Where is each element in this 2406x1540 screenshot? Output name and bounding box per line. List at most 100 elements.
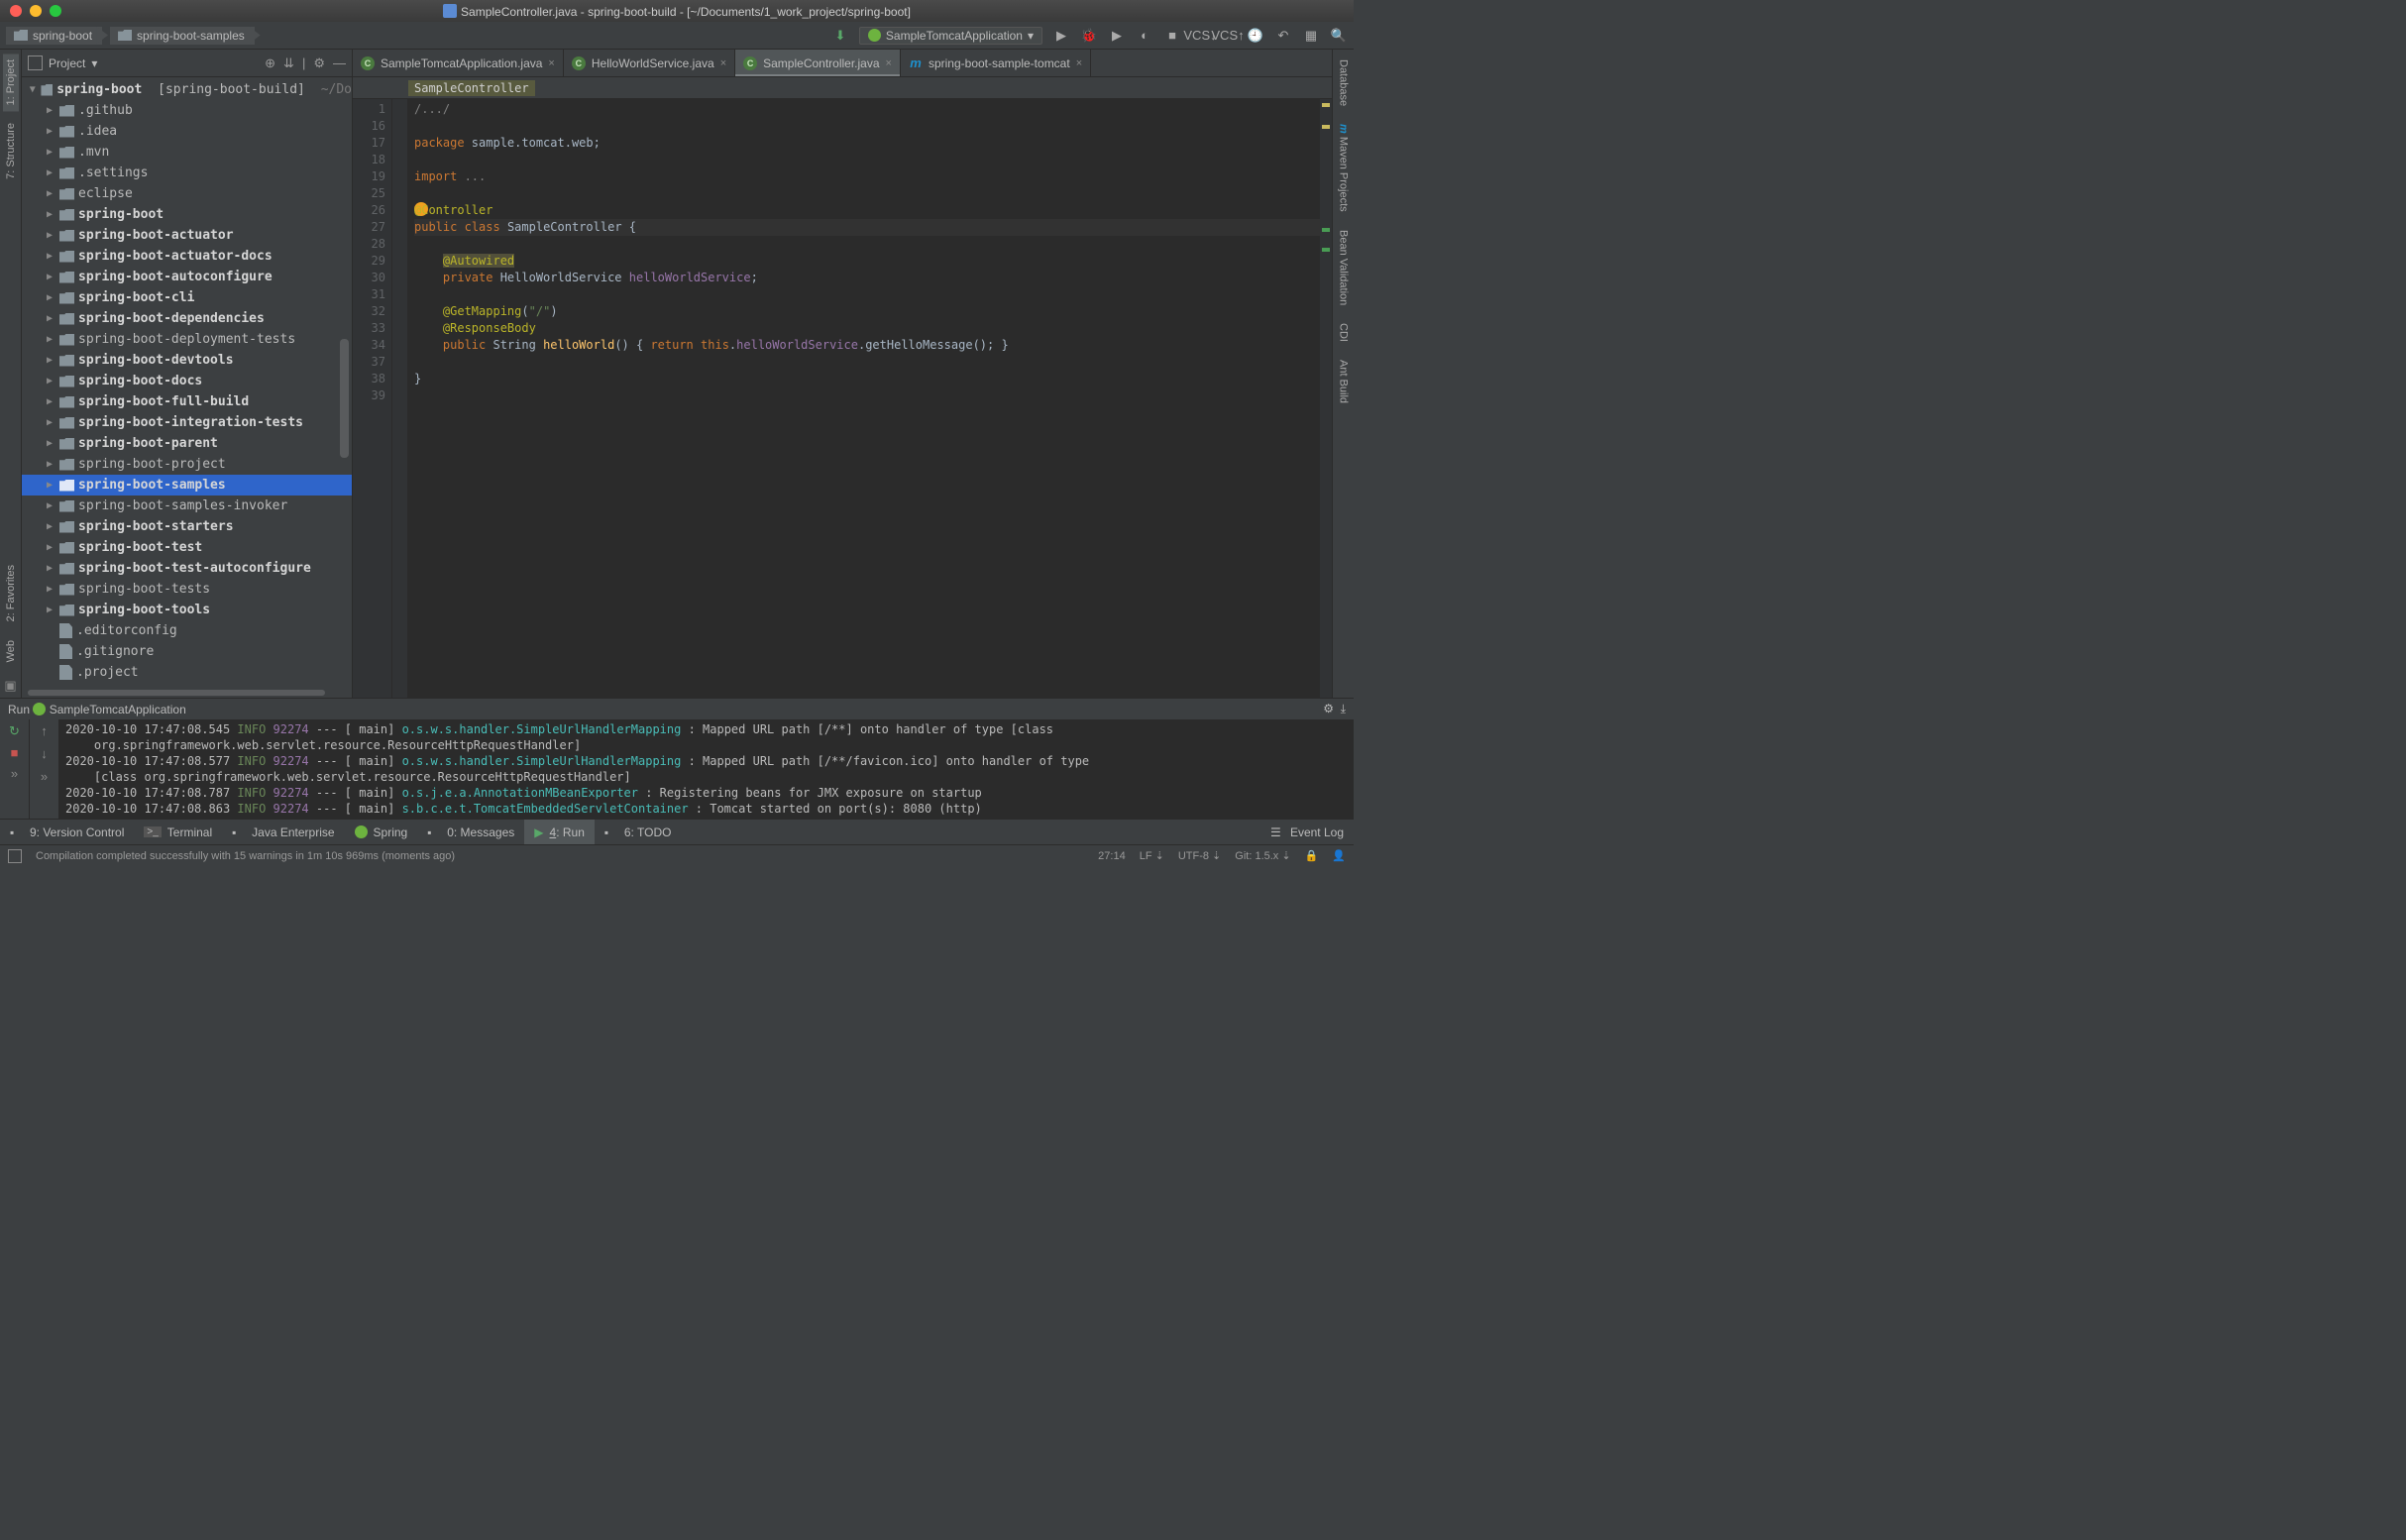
- line-separator[interactable]: LF ⇣: [1140, 849, 1164, 862]
- tree-folder[interactable]: spring-boot: [22, 204, 352, 225]
- scroll-from-source-icon[interactable]: ⊕: [265, 55, 275, 71]
- tree-folder[interactable]: spring-boot-starters: [22, 516, 352, 537]
- tree-folder[interactable]: spring-boot-actuator-docs: [22, 246, 352, 267]
- bottom-bar-button[interactable]: >_Terminal: [134, 820, 222, 844]
- tree-file[interactable]: .editorconfig: [22, 620, 352, 641]
- expand-icon[interactable]: [44, 334, 55, 345]
- expand-icon[interactable]: [44, 272, 55, 282]
- code-editor[interactable]: /.../ package sample.tomcat.web; import …: [408, 99, 1320, 698]
- ok-marker[interactable]: [1322, 228, 1330, 232]
- editor-tab[interactable]: CSampleController.java×: [735, 50, 901, 76]
- project-structure-button[interactable]: ▦: [1302, 27, 1320, 45]
- hide-panel-icon[interactable]: —: [333, 55, 346, 70]
- expand-icon[interactable]: [44, 251, 55, 262]
- tool-window-quick-access[interactable]: ▣: [0, 674, 20, 698]
- ok-marker[interactable]: [1322, 248, 1330, 252]
- tool-window-button-maven[interactable]: m Maven Projects: [1336, 118, 1352, 218]
- warning-marker[interactable]: [1322, 125, 1330, 129]
- project-tree[interactable]: spring-boot [spring-boot-build] ~/Do .gi…: [22, 77, 352, 688]
- fold-gutter[interactable]: [392, 99, 408, 698]
- breadcrumb[interactable]: spring-boot spring-boot-samples: [6, 27, 255, 45]
- tree-folder[interactable]: spring-boot-parent: [22, 433, 352, 454]
- editor-breadcrumb[interactable]: SampleController: [353, 77, 1332, 99]
- editor-tab[interactable]: CSampleTomcatApplication.java×: [353, 50, 564, 76]
- file-encoding[interactable]: UTF-8 ⇣: [1178, 849, 1221, 862]
- editor-tab[interactable]: CHelloWorldService.java×: [564, 50, 735, 76]
- tree-folder[interactable]: spring-boot-autoconfigure: [22, 267, 352, 287]
- bottom-bar-button[interactable]: ▪6: TODO: [595, 820, 682, 844]
- vcs-update-button[interactable]: VCS↓: [1191, 27, 1209, 45]
- expand-icon[interactable]: [44, 209, 55, 220]
- expand-icon[interactable]: [44, 521, 55, 532]
- tree-folder[interactable]: spring-boot-integration-tests: [22, 412, 352, 433]
- expand-icon[interactable]: [44, 355, 55, 366]
- bottom-bar-button[interactable]: ▪9: Version Control: [0, 820, 134, 844]
- horizontal-scrollbar[interactable]: [22, 688, 352, 698]
- tool-window-button-project[interactable]: 1: Project: [3, 54, 19, 111]
- expand-icon[interactable]: [44, 605, 55, 615]
- more-button[interactable]: »: [11, 766, 18, 781]
- tree-folder[interactable]: .github: [22, 100, 352, 121]
- bottom-bar-button[interactable]: ▶4: Run: [524, 820, 595, 844]
- rerun-button[interactable]: ↻: [9, 723, 20, 739]
- tool-window-button-cdi[interactable]: CDI: [1336, 317, 1352, 348]
- debug-button[interactable]: 🐞: [1080, 27, 1098, 45]
- tree-folder[interactable]: spring-boot-devtools: [22, 350, 352, 371]
- tree-folder[interactable]: spring-boot-docs: [22, 371, 352, 391]
- scrollbar-thumb[interactable]: [28, 690, 325, 696]
- tool-window-button-favorites[interactable]: 2: Favorites: [3, 559, 19, 627]
- tree-folder[interactable]: .settings: [22, 163, 352, 183]
- gear-icon[interactable]: ⚙: [1323, 702, 1334, 715]
- tree-folder[interactable]: spring-boot-full-build: [22, 391, 352, 412]
- expand-icon[interactable]: [44, 396, 55, 407]
- breadcrumb-item[interactable]: spring-boot-samples: [110, 27, 255, 45]
- expand-icon[interactable]: [44, 167, 55, 178]
- expand-icon[interactable]: [44, 105, 55, 116]
- close-tab-icon[interactable]: ×: [548, 57, 554, 69]
- warning-marker[interactable]: [1322, 103, 1330, 107]
- expand-icon[interactable]: [44, 417, 55, 428]
- expand-icon[interactable]: [44, 563, 55, 574]
- more-button[interactable]: »: [41, 769, 48, 784]
- stop-button[interactable]: ■: [11, 745, 19, 760]
- expand-icon[interactable]: [44, 230, 55, 241]
- tree-file[interactable]: .project: [22, 662, 352, 683]
- close-tab-icon[interactable]: ×: [1076, 57, 1082, 69]
- expand-icon[interactable]: [44, 292, 55, 303]
- tree-folder[interactable]: spring-boot-dependencies: [22, 308, 352, 329]
- tool-window-button-bean-validation[interactable]: Bean Validation: [1336, 224, 1352, 311]
- bottom-bar-button[interactable]: Spring: [345, 820, 418, 844]
- editor-tab[interactable]: mspring-boot-sample-tomcat×: [901, 50, 1091, 76]
- line-number-gutter[interactable]: 11617181925262728293031323334373839: [353, 99, 392, 698]
- chevron-down-icon[interactable]: ▾: [91, 56, 97, 70]
- close-tab-icon[interactable]: ×: [720, 57, 726, 69]
- tree-folder[interactable]: .idea: [22, 121, 352, 142]
- expand-icon[interactable]: [44, 438, 55, 449]
- up-icon[interactable]: ↑: [41, 723, 48, 738]
- git-branch[interactable]: Git: 1.5.x ⇣: [1235, 849, 1290, 862]
- tool-window-button-ant[interactable]: Ant Build: [1336, 354, 1352, 409]
- run-button[interactable]: ▶: [1052, 27, 1070, 45]
- tree-folder[interactable]: spring-boot-samples-invoker: [22, 495, 352, 516]
- tool-windows-toggle[interactable]: [8, 849, 22, 863]
- expand-icon[interactable]: [44, 500, 55, 511]
- expand-icon[interactable]: [44, 584, 55, 595]
- tree-folder[interactable]: eclipse: [22, 183, 352, 204]
- inspection-icon[interactable]: 👤: [1332, 849, 1346, 862]
- tree-root[interactable]: spring-boot [spring-boot-build] ~/Do: [22, 79, 352, 100]
- tree-file[interactable]: .gitignore: [22, 641, 352, 662]
- caret-position[interactable]: 27:14: [1098, 850, 1126, 862]
- expand-icon[interactable]: [44, 459, 55, 470]
- tree-folder[interactable]: spring-boot-test: [22, 537, 352, 558]
- tree-folder[interactable]: spring-boot-deployment-tests: [22, 329, 352, 350]
- expand-icon[interactable]: [44, 313, 55, 324]
- expand-icon[interactable]: [44, 147, 55, 158]
- expand-icon[interactable]: [44, 188, 55, 199]
- tree-folder[interactable]: spring-boot-project: [22, 454, 352, 475]
- profile-button[interactable]: ◐: [1136, 27, 1153, 45]
- expand-icon[interactable]: [44, 376, 55, 386]
- project-panel-title[interactable]: Project: [49, 56, 85, 70]
- tree-folder[interactable]: spring-boot-cli: [22, 287, 352, 308]
- tool-window-button-web[interactable]: Web: [3, 634, 19, 668]
- bottom-bar-button[interactable]: ▪0: Messages: [417, 820, 524, 844]
